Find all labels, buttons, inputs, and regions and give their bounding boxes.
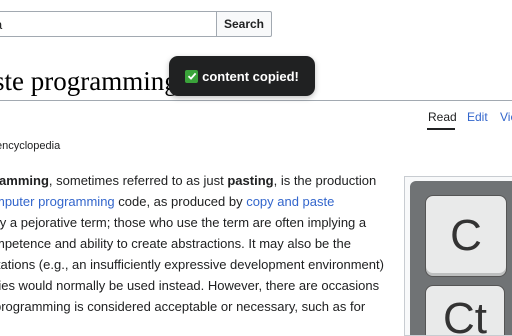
text: , sometimes referred to as just bbox=[48, 173, 228, 188]
copied-toast: content copied! bbox=[169, 56, 315, 96]
toast-message: content copied! bbox=[202, 68, 299, 84]
infobox-keyboard-image[interactable]: C Ct bbox=[404, 176, 512, 336]
tab-read[interactable]: Read bbox=[428, 110, 457, 124]
search-input[interactable] bbox=[0, 11, 216, 37]
article-line: ries would normally be used instead. How… bbox=[0, 278, 380, 293]
article-body: ramming, sometimes referred to as just p… bbox=[0, 170, 394, 317]
article-line: programming is considered acceptable or … bbox=[0, 299, 366, 314]
site-tagline: encyclopedia bbox=[0, 140, 61, 152]
link-computer-programming[interactable]: mputer programming bbox=[0, 194, 115, 209]
bold-term: ramming bbox=[0, 173, 49, 188]
search-button[interactable]: Search bbox=[216, 11, 272, 37]
link-copy-and-paste[interactable]: copy and paste bbox=[246, 194, 334, 209]
article-line: ramming, sometimes referred to as just p… bbox=[0, 170, 394, 191]
text: code, as produced by bbox=[114, 194, 247, 209]
check-mark-icon bbox=[185, 69, 199, 83]
text: , is the production bbox=[273, 173, 377, 188]
page-title: aste programming bbox=[0, 66, 178, 96]
tab-view-history[interactable]: Vie bbox=[500, 110, 512, 124]
active-tab-indicator bbox=[427, 128, 455, 130]
tab-edit[interactable]: Edit bbox=[467, 110, 488, 124]
article-line: mpetence and ability to create abstracti… bbox=[0, 236, 351, 251]
title-divider bbox=[0, 100, 512, 101]
page-tabs: Read Edit Vie bbox=[0, 106, 512, 130]
article-line: lly a pejorative term; those who use the… bbox=[0, 215, 367, 230]
article-line: itations (e.g., an insufficiently expres… bbox=[0, 257, 384, 272]
article-line: mputer programming code, as produced by … bbox=[0, 191, 394, 212]
keyboard-key-ctrl: Ct bbox=[425, 285, 505, 335]
keyboard-body: C Ct bbox=[410, 181, 512, 335]
bold-term: pasting bbox=[227, 173, 274, 188]
keyboard-key-c: C bbox=[425, 195, 507, 277]
